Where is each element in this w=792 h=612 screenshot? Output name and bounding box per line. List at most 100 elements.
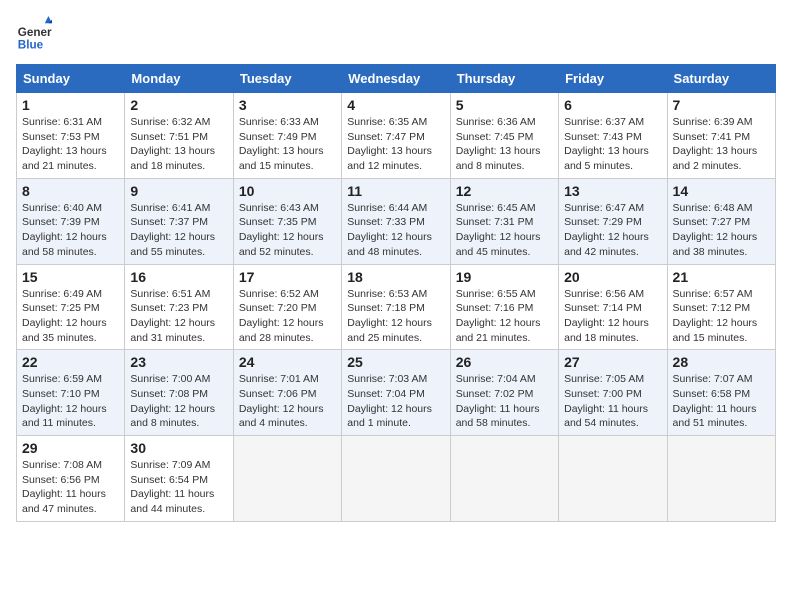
day-number: 12 [456, 183, 553, 199]
day-number: 2 [130, 97, 227, 113]
calendar-cell [559, 436, 667, 522]
calendar-cell: 13 Sunrise: 6:47 AMSunset: 7:29 PMDaylig… [559, 178, 667, 264]
calendar-table: SundayMondayTuesdayWednesdayThursdayFrid… [16, 64, 776, 522]
day-detail: Sunrise: 7:04 AMSunset: 7:02 PMDaylight:… [456, 373, 540, 429]
day-number: 17 [239, 269, 336, 285]
day-number: 6 [564, 97, 661, 113]
day-number: 27 [564, 354, 661, 370]
calendar-cell: 17 Sunrise: 6:52 AMSunset: 7:20 PMDaylig… [233, 264, 341, 350]
day-detail: Sunrise: 7:09 AMSunset: 6:54 PMDaylight:… [130, 459, 214, 515]
calendar-cell: 26 Sunrise: 7:04 AMSunset: 7:02 PMDaylig… [450, 350, 558, 436]
day-detail: Sunrise: 6:31 AMSunset: 7:53 PMDaylight:… [22, 116, 107, 172]
svg-text:Blue: Blue [18, 38, 44, 51]
day-detail: Sunrise: 7:05 AMSunset: 7:00 PMDaylight:… [564, 373, 648, 429]
day-detail: Sunrise: 6:41 AMSunset: 7:37 PMDaylight:… [130, 202, 215, 258]
day-detail: Sunrise: 6:55 AMSunset: 7:16 PMDaylight:… [456, 288, 541, 344]
day-number: 1 [22, 97, 119, 113]
day-number: 10 [239, 183, 336, 199]
day-number: 23 [130, 354, 227, 370]
calendar-cell [342, 436, 450, 522]
day-detail: Sunrise: 6:36 AMSunset: 7:45 PMDaylight:… [456, 116, 541, 172]
calendar-cell: 1 Sunrise: 6:31 AMSunset: 7:53 PMDayligh… [17, 93, 125, 179]
calendar-cell: 25 Sunrise: 7:03 AMSunset: 7:04 PMDaylig… [342, 350, 450, 436]
weekday-header: Thursday [450, 65, 558, 93]
day-number: 18 [347, 269, 444, 285]
day-number: 5 [456, 97, 553, 113]
day-detail: Sunrise: 6:33 AMSunset: 7:49 PMDaylight:… [239, 116, 324, 172]
day-detail: Sunrise: 6:39 AMSunset: 7:41 PMDaylight:… [673, 116, 758, 172]
day-detail: Sunrise: 6:48 AMSunset: 7:27 PMDaylight:… [673, 202, 758, 258]
calendar-cell: 21 Sunrise: 6:57 AMSunset: 7:12 PMDaylig… [667, 264, 775, 350]
calendar-week-row: 15 Sunrise: 6:49 AMSunset: 7:25 PMDaylig… [17, 264, 776, 350]
day-detail: Sunrise: 6:51 AMSunset: 7:23 PMDaylight:… [130, 288, 215, 344]
day-number: 24 [239, 354, 336, 370]
day-number: 4 [347, 97, 444, 113]
day-detail: Sunrise: 7:01 AMSunset: 7:06 PMDaylight:… [239, 373, 324, 429]
day-number: 14 [673, 183, 770, 199]
day-detail: Sunrise: 6:59 AMSunset: 7:10 PMDaylight:… [22, 373, 107, 429]
day-detail: Sunrise: 7:08 AMSunset: 6:56 PMDaylight:… [22, 459, 106, 515]
day-number: 25 [347, 354, 444, 370]
calendar-cell: 30 Sunrise: 7:09 AMSunset: 6:54 PMDaylig… [125, 436, 233, 522]
calendar-cell [450, 436, 558, 522]
weekday-header: Tuesday [233, 65, 341, 93]
calendar-cell: 3 Sunrise: 6:33 AMSunset: 7:49 PMDayligh… [233, 93, 341, 179]
calendar-cell: 7 Sunrise: 6:39 AMSunset: 7:41 PMDayligh… [667, 93, 775, 179]
calendar-cell: 8 Sunrise: 6:40 AMSunset: 7:39 PMDayligh… [17, 178, 125, 264]
day-detail: Sunrise: 6:32 AMSunset: 7:51 PMDaylight:… [130, 116, 215, 172]
calendar-cell: 15 Sunrise: 6:49 AMSunset: 7:25 PMDaylig… [17, 264, 125, 350]
logo: General Blue [16, 16, 56, 52]
day-number: 30 [130, 440, 227, 456]
calendar-cell: 14 Sunrise: 6:48 AMSunset: 7:27 PMDaylig… [667, 178, 775, 264]
calendar-cell: 12 Sunrise: 6:45 AMSunset: 7:31 PMDaylig… [450, 178, 558, 264]
day-number: 21 [673, 269, 770, 285]
calendar-cell: 18 Sunrise: 6:53 AMSunset: 7:18 PMDaylig… [342, 264, 450, 350]
day-number: 26 [456, 354, 553, 370]
calendar-cell: 27 Sunrise: 7:05 AMSunset: 7:00 PMDaylig… [559, 350, 667, 436]
day-number: 28 [673, 354, 770, 370]
day-detail: Sunrise: 7:03 AMSunset: 7:04 PMDaylight:… [347, 373, 432, 429]
calendar-cell [233, 436, 341, 522]
calendar-cell: 28 Sunrise: 7:07 AMSunset: 6:58 PMDaylig… [667, 350, 775, 436]
calendar-cell: 11 Sunrise: 6:44 AMSunset: 7:33 PMDaylig… [342, 178, 450, 264]
day-number: 3 [239, 97, 336, 113]
calendar-cell: 23 Sunrise: 7:00 AMSunset: 7:08 PMDaylig… [125, 350, 233, 436]
day-detail: Sunrise: 6:49 AMSunset: 7:25 PMDaylight:… [22, 288, 107, 344]
calendar-cell [667, 436, 775, 522]
calendar-week-row: 8 Sunrise: 6:40 AMSunset: 7:39 PMDayligh… [17, 178, 776, 264]
day-detail: Sunrise: 7:00 AMSunset: 7:08 PMDaylight:… [130, 373, 215, 429]
calendar-cell: 29 Sunrise: 7:08 AMSunset: 6:56 PMDaylig… [17, 436, 125, 522]
day-detail: Sunrise: 6:52 AMSunset: 7:20 PMDaylight:… [239, 288, 324, 344]
day-detail: Sunrise: 6:37 AMSunset: 7:43 PMDaylight:… [564, 116, 649, 172]
day-number: 16 [130, 269, 227, 285]
day-detail: Sunrise: 6:35 AMSunset: 7:47 PMDaylight:… [347, 116, 432, 172]
day-detail: Sunrise: 6:56 AMSunset: 7:14 PMDaylight:… [564, 288, 649, 344]
calendar-cell: 19 Sunrise: 6:55 AMSunset: 7:16 PMDaylig… [450, 264, 558, 350]
weekday-header: Monday [125, 65, 233, 93]
calendar-week-row: 1 Sunrise: 6:31 AMSunset: 7:53 PMDayligh… [17, 93, 776, 179]
day-number: 15 [22, 269, 119, 285]
day-number: 22 [22, 354, 119, 370]
calendar-cell: 5 Sunrise: 6:36 AMSunset: 7:45 PMDayligh… [450, 93, 558, 179]
day-detail: Sunrise: 6:40 AMSunset: 7:39 PMDaylight:… [22, 202, 107, 258]
calendar-cell: 2 Sunrise: 6:32 AMSunset: 7:51 PMDayligh… [125, 93, 233, 179]
header-row: SundayMondayTuesdayWednesdayThursdayFrid… [17, 65, 776, 93]
day-number: 13 [564, 183, 661, 199]
calendar-cell: 6 Sunrise: 6:37 AMSunset: 7:43 PMDayligh… [559, 93, 667, 179]
weekday-header: Saturday [667, 65, 775, 93]
calendar-cell: 24 Sunrise: 7:01 AMSunset: 7:06 PMDaylig… [233, 350, 341, 436]
day-number: 11 [347, 183, 444, 199]
page-header: General Blue [16, 16, 776, 52]
calendar-cell: 4 Sunrise: 6:35 AMSunset: 7:47 PMDayligh… [342, 93, 450, 179]
day-detail: Sunrise: 6:44 AMSunset: 7:33 PMDaylight:… [347, 202, 432, 258]
day-detail: Sunrise: 7:07 AMSunset: 6:58 PMDaylight:… [673, 373, 757, 429]
calendar-cell: 9 Sunrise: 6:41 AMSunset: 7:37 PMDayligh… [125, 178, 233, 264]
day-detail: Sunrise: 6:57 AMSunset: 7:12 PMDaylight:… [673, 288, 758, 344]
calendar-cell: 20 Sunrise: 6:56 AMSunset: 7:14 PMDaylig… [559, 264, 667, 350]
weekday-header: Sunday [17, 65, 125, 93]
day-detail: Sunrise: 6:43 AMSunset: 7:35 PMDaylight:… [239, 202, 324, 258]
calendar-cell: 22 Sunrise: 6:59 AMSunset: 7:10 PMDaylig… [17, 350, 125, 436]
logo-icon: General Blue [16, 16, 52, 52]
day-number: 19 [456, 269, 553, 285]
day-number: 29 [22, 440, 119, 456]
